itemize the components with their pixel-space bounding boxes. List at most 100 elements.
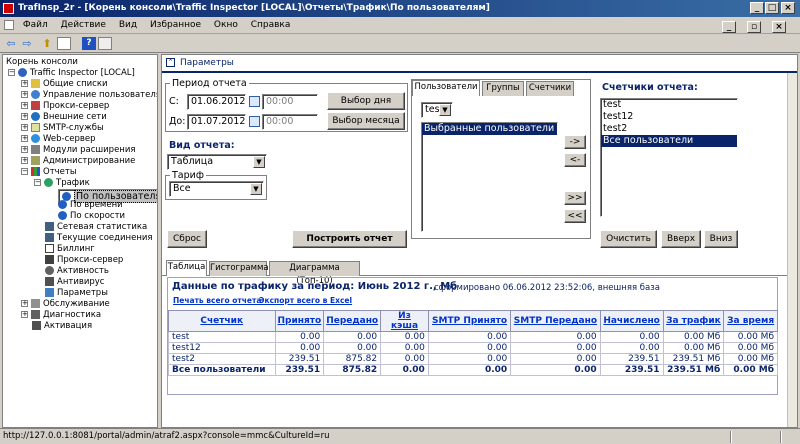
cell: 0.00	[510, 331, 601, 343]
properties-icon[interactable]	[98, 37, 112, 50]
forward-arrow-icon[interactable]: ⇨	[20, 37, 34, 50]
vertical-scrollbar[interactable]	[787, 73, 797, 427]
mdi-restore-button[interactable]: ▫	[747, 21, 761, 33]
print-report-link[interactable]: Печать всего отчета	[173, 296, 261, 305]
cell: 239.51	[599, 353, 664, 365]
col-cache[interactable]: Из кэша	[380, 310, 429, 332]
export-excel-link[interactable]: Экспорт всего в Excel	[259, 296, 352, 305]
tree-item-activation[interactable]: Активация	[32, 321, 92, 332]
counters-list[interactable]: test test12 test2 Все пользователи	[600, 98, 738, 217]
tree-item-user-management[interactable]: +Управление пользователями	[21, 90, 157, 101]
move-right-button[interactable]: ->	[564, 135, 586, 149]
up-folder-icon[interactable]: ⬆	[40, 37, 54, 50]
minimize-button[interactable]: _	[750, 2, 764, 14]
tree-item-by-time[interactable]: По времени	[58, 200, 123, 211]
tree-item-by-speed[interactable]: По скорости	[58, 211, 125, 222]
tree-item-web-server[interactable]: + Web-сервер	[21, 134, 96, 145]
col-received[interactable]: Принято	[274, 310, 325, 332]
status-separator	[730, 431, 732, 443]
parameters-header[interactable]: ⌃ Параметры	[162, 55, 797, 73]
reset-button[interactable]: Сброс	[167, 230, 207, 248]
show-tree-icon[interactable]	[57, 37, 71, 50]
tree-item-administration[interactable]: + Администрирование	[21, 156, 135, 167]
console-icon[interactable]	[4, 19, 14, 30]
cell: 0.00	[380, 331, 429, 343]
menu-window[interactable]: Окно	[214, 17, 238, 34]
back-arrow-icon[interactable]: ⇦	[4, 37, 18, 50]
tree-item-current-connections[interactable]: Текущие соединения	[45, 233, 153, 244]
to-time-input[interactable]: 00:00	[262, 114, 318, 130]
console-tree: Корень консоли − Traffic Inspector [LOCAL…	[2, 54, 158, 428]
tree-item-traffic[interactable]: − Трафик	[34, 178, 90, 189]
maximize-button[interactable]: □	[765, 2, 779, 14]
col-for-traffic[interactable]: За трафик	[662, 310, 725, 332]
tree-item-reports[interactable]: − Отчеты	[21, 167, 77, 178]
tree-item-parameters[interactable]: Параметры	[45, 288, 108, 299]
col-smtp-received[interactable]: SMTP Принято	[427, 310, 512, 332]
list-item[interactable]: test2	[601, 123, 737, 135]
mdi-close-button[interactable]: ×	[772, 21, 786, 33]
mdi-minimize-button[interactable]: _	[722, 21, 736, 33]
tree-item-traffic-inspector[interactable]: − Traffic Inspector [LOCAL]	[8, 68, 135, 79]
to-date-input[interactable]: 01.07.2012	[187, 114, 246, 130]
tree-item-network-stats[interactable]: Сетевая статистика	[45, 222, 147, 233]
move-all-left-button[interactable]: <<	[564, 209, 586, 223]
cell: 0.00	[510, 364, 601, 376]
from-time-input[interactable]: 00:00	[262, 94, 318, 110]
list-item[interactable]: test	[601, 99, 737, 111]
list-item[interactable]: Все пользователи	[601, 135, 737, 147]
tree-item-external-networks[interactable]: + Внешние сети	[21, 112, 107, 123]
list-item[interactable]: Выбранные пользователи	[422, 123, 557, 135]
selected-users-list[interactable]: Выбранные пользователи	[421, 122, 558, 232]
close-button[interactable]: ×	[781, 2, 795, 14]
up-button[interactable]: Вверх	[661, 230, 701, 248]
collapse-icon[interactable]: ⌃	[166, 58, 175, 67]
from-date-input[interactable]: 01.06.2012	[187, 94, 246, 110]
tree-item-maintenance[interactable]: + Обслуживание	[21, 299, 110, 310]
tree-root[interactable]: Корень консоли	[6, 57, 78, 68]
menu-file[interactable]: Файл	[23, 17, 48, 34]
move-all-right-button[interactable]: >>	[564, 191, 586, 205]
menu-favorites[interactable]: Избранное	[150, 17, 201, 34]
tree-item-billing[interactable]: Биллинг	[45, 244, 95, 255]
menu-view[interactable]: Вид	[119, 17, 137, 34]
cell: 0.00	[510, 353, 601, 365]
tab-table[interactable]: Таблица	[166, 260, 207, 276]
tab-diagram[interactable]: Диаграмма (Топ-10)	[269, 261, 360, 286]
tree-item-antivirus[interactable]: Антивирус	[45, 277, 104, 288]
to-calendar-icon[interactable]	[249, 116, 260, 127]
tree-item-diagnostics[interactable]: + Диагностика	[21, 310, 101, 321]
tariff-select[interactable]: Все ▼	[169, 181, 264, 197]
col-counter[interactable]: Счетчик	[168, 310, 276, 332]
menu-help[interactable]: Справка	[251, 17, 291, 34]
table-row: test2 239.51 875.82 0.00 0.00 0.00 239.51 239.5…	[168, 353, 778, 365]
col-sent[interactable]: Передано	[323, 310, 382, 332]
build-report-button[interactable]: Построить отчет	[292, 230, 407, 248]
tree-item-common-lists[interactable]: + Общие списки	[21, 79, 107, 90]
col-smtp-sent[interactable]: SMTP Передано	[510, 310, 601, 332]
counters-title: Счетчики отчета:	[602, 82, 698, 93]
down-button[interactable]: Вниз	[704, 230, 738, 248]
user-filter-select[interactable]: test ▼	[421, 102, 453, 118]
select-day-button[interactable]: Выбор дня	[327, 92, 405, 110]
tree-item-proxy[interactable]: + Прокси-сервер	[21, 101, 109, 112]
tab-histogram[interactable]: Гистограмма	[209, 261, 269, 276]
help-icon[interactable]: ?	[82, 37, 96, 50]
view-select[interactable]: Таблица ▼	[167, 154, 267, 170]
cell: 0.00	[380, 342, 429, 354]
tree-item-activity[interactable]: Активность	[45, 266, 109, 277]
tab-users[interactable]: Пользователи	[412, 80, 480, 96]
tab-counters[interactable]: Счетчики	[526, 81, 574, 96]
tree-item-smtp[interactable]: + SMTP-службы	[21, 123, 104, 134]
menu-action[interactable]: Действие	[61, 17, 106, 34]
select-month-button[interactable]: Выбор месяца	[327, 112, 405, 130]
move-left-button[interactable]: <-	[564, 153, 586, 167]
from-calendar-icon[interactable]	[249, 96, 260, 107]
col-for-time[interactable]: За время	[723, 310, 778, 332]
tree-item-extensions[interactable]: + Модули расширения	[21, 145, 136, 156]
clear-button[interactable]: Очистить	[600, 230, 657, 248]
tab-groups[interactable]: Группы	[482, 81, 524, 96]
list-item[interactable]: test12	[601, 111, 737, 123]
tree-item-proxy-report[interactable]: Прокси-сервер	[45, 255, 123, 266]
col-charged[interactable]: Начислено	[599, 310, 664, 332]
